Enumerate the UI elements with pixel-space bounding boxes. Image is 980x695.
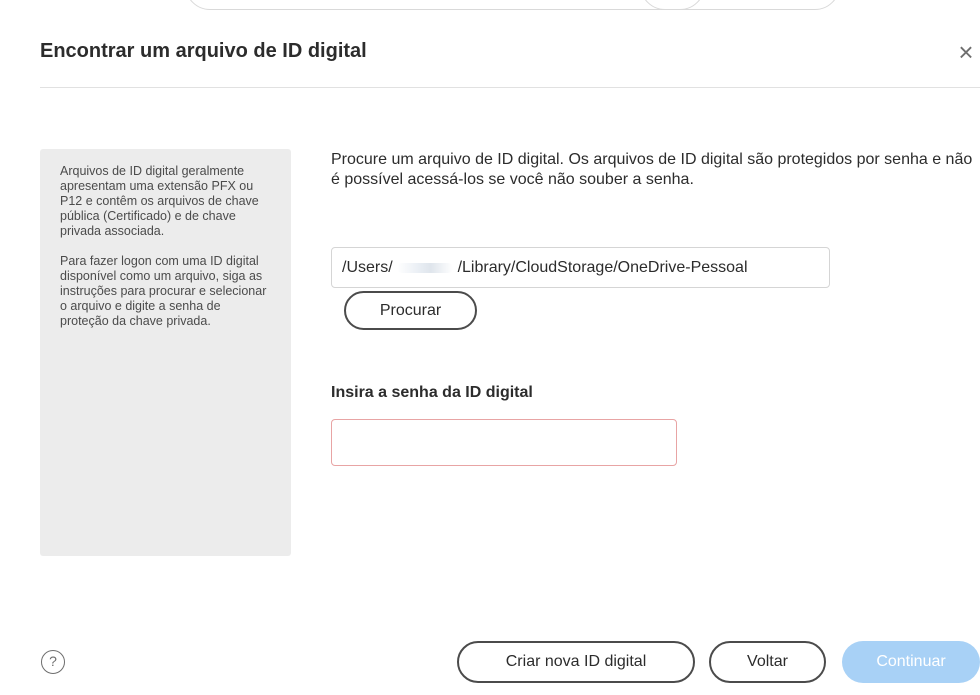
info-paragraph: Arquivos de ID digital geralmente aprese… (60, 164, 259, 238)
create-digital-id-button[interactable]: Criar nova ID digital (457, 641, 695, 683)
password-label: Insira a senha da ID digital (331, 384, 533, 401)
close-icon[interactable]: × (952, 38, 980, 66)
file-path-field[interactable]: /Users/ /Library/CloudStorage/OneDrive-P… (331, 247, 830, 288)
find-digital-id-dialog: Encontrar um arquivo de ID digital × Arq… (0, 0, 980, 695)
info-paragraph: Para fazer logon com uma ID digital disp… (60, 254, 267, 328)
dialog-title: Encontrar um arquivo de ID digital (40, 40, 367, 62)
password-input[interactable] (331, 419, 677, 466)
background-shape (185, 0, 705, 10)
back-button[interactable]: Voltar (709, 641, 826, 683)
help-icon[interactable]: ? (41, 650, 65, 674)
continue-button[interactable]: Continuar (842, 641, 980, 683)
path-prefix: /Users/ (342, 259, 393, 276)
info-panel: Arquivos de ID digital geralmente aprese… (40, 149, 291, 556)
instructions-text: Procure um arquivo de ID digital. Os arq… (331, 151, 973, 188)
header-divider (40, 87, 980, 88)
browse-button[interactable]: Procurar (344, 291, 477, 330)
background-shape (640, 0, 840, 10)
path-suffix: /Library/CloudStorage/OneDrive-Pessoal (457, 259, 748, 276)
redacted-username (397, 262, 454, 273)
